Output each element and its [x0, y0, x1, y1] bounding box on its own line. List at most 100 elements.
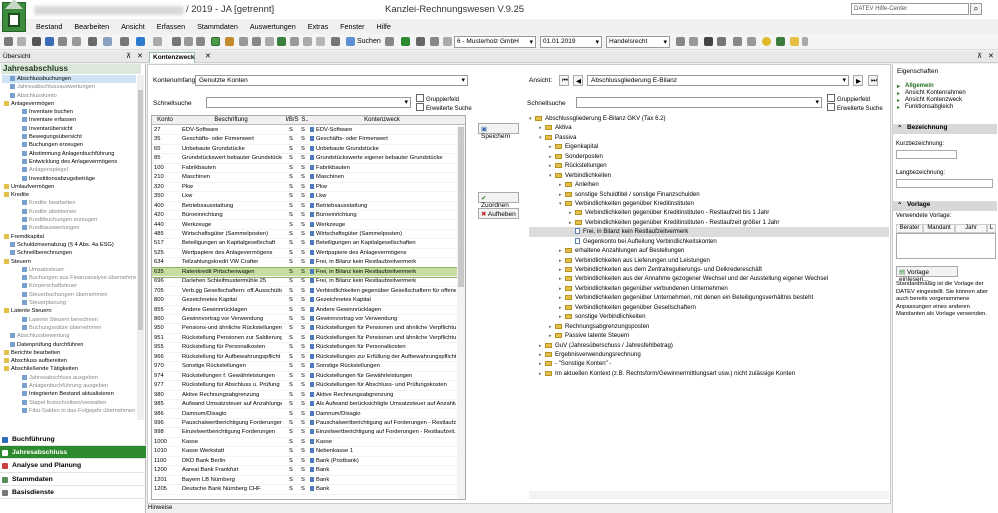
search-icon[interactable]: ⌕ [970, 3, 982, 15]
back-icon[interactable] [4, 37, 13, 46]
tree-node[interactable]: ▸ Im aktuellen Kontext (z.B. Rechtsform/G… [529, 369, 889, 378]
scrollbar-thumb[interactable] [138, 90, 143, 330]
tree-node[interactable]: ▸ Verbindlichkeiten gegenüber Unternehmen… [529, 293, 889, 302]
calendar-icon[interactable] [733, 37, 742, 46]
table-row[interactable]: 517 Beteiligungen an Kapitalgesellschaft S… [152, 239, 462, 249]
search-icon[interactable] [346, 37, 355, 46]
tree-item[interactable]: Anlagevermögen [2, 100, 136, 108]
nav-stammdaten[interactable]: Stammdaten [0, 473, 146, 486]
vorlage-einlesen-button[interactable]: ▤ Vorlage einlesen... [896, 266, 958, 283]
col-ibs[interactable]: I/B/S [284, 117, 300, 123]
table-row[interactable]: 974 Rückstellungen f. Gewährleistungen S S R… [152, 372, 462, 382]
tree-node[interactable]: ▸ Rückstellungen [529, 161, 889, 170]
export-icon[interactable] [58, 37, 67, 46]
tab-kontenzweck[interactable]: Kontenzweck [149, 52, 195, 63]
phone-icon[interactable] [120, 37, 129, 46]
nav-buchfuehrung[interactable]: Buchführung [0, 433, 146, 447]
erweiterte-suche-checkbox[interactable]: Erweiterte Suche [827, 103, 883, 112]
prev-icon[interactable]: ◀ [573, 75, 583, 86]
table-row[interactable]: 525 Wertpapiere des Anlagevermögens S S Wert… [152, 249, 462, 259]
ansicht-select[interactable]: Abschlussgliederung E-Bilanz [587, 75, 849, 86]
hinweise-tab[interactable]: Hinweise [148, 505, 172, 511]
tree-item[interactable]: Inventare erfassen [2, 116, 136, 124]
table-row[interactable]: 986 Damnum/Disagio S S Damnum/Disagio [152, 410, 462, 419]
table-row[interactable]: 320 Pkw S S Pkw [152, 183, 462, 193]
table-row[interactable]: 485 Wirtschaftsgüter (Sammelposten) S S Wirt… [152, 230, 462, 240]
tree-node[interactable]: Gegenkonto bei Aufteilung Verbindlichkei… [529, 237, 889, 246]
tree-item[interactable]: Datenprüfung durchführen [2, 341, 136, 349]
more-icon[interactable] [802, 37, 808, 46]
col-s[interactable]: S.. [300, 117, 310, 123]
kurzbezeichnung-field[interactable] [896, 150, 957, 159]
kontenumfang-select[interactable]: Genutzte Konten [195, 75, 468, 86]
globe-icon[interactable] [136, 37, 145, 46]
table-row[interactable]: 966 Rückstellung für Aufbewahrungspflicht… [152, 353, 462, 363]
table-row[interactable]: 980 Aktive Rechnungsabgrenzung S S Aktive Re… [152, 391, 462, 401]
table-row[interactable]: 100 Fabrikbauten S S Fabrikbauten [152, 164, 462, 174]
menu-fenster[interactable]: Fenster [334, 20, 370, 33]
tree-item[interactable]: Jahresabschluss ausgeben [2, 374, 136, 382]
assign-button[interactable]: ✔ Zuordnen [478, 192, 519, 209]
tree-item[interactable]: Anlagenspiegel [2, 166, 136, 174]
table-row[interactable]: 1205 Deutsche Bank Nürnberg CHF S S Bank [152, 485, 462, 495]
search-label[interactable]: Suchen [357, 38, 381, 45]
menu-bearbeiten[interactable]: Bearbeiten [68, 20, 115, 33]
table-row[interactable]: 1000 Kasse S S Kasse [152, 438, 462, 448]
close-icon[interactable]: ✕ [137, 52, 143, 60]
star-icon[interactable] [790, 37, 799, 46]
undo-icon[interactable] [153, 37, 162, 46]
tree-node[interactable]: ▸ - "Sonstige Konten" - [529, 359, 889, 368]
tree-item[interactable]: Kreditbuchungen erzeugen [2, 216, 136, 224]
table-row[interactable]: 996 Pauschalwertberichtigung Forderungen S… [152, 419, 462, 429]
table-row[interactable]: 635 Ratenkredit Pritschenwagen S S Frei, in … [152, 266, 463, 279]
tree-item[interactable]: Abstimmung Anlagenbuchführung [2, 150, 136, 158]
erweiterte-suche-checkbox[interactable]: Erweiterte Suche [416, 103, 472, 112]
help-search-input[interactable]: DATEV Hilfe-Center [851, 3, 969, 15]
refresh-icon[interactable] [401, 37, 410, 46]
wrench-icon[interactable] [225, 37, 234, 46]
list-icon[interactable] [239, 37, 248, 46]
link-ansicht-kontenrahmen[interactable]: Ansicht Kontenrahmen [897, 90, 966, 97]
table-row[interactable]: 210 Maschinen S S Maschinen [152, 173, 462, 183]
last-icon[interactable]: ⏭ [868, 75, 878, 86]
tree-item[interactable]: Abschluss aufbereiten [2, 357, 136, 365]
law-select[interactable]: Handelsrecht [606, 36, 670, 48]
nav-analyse[interactable]: Analyse und Planung [0, 459, 146, 473]
tree-node[interactable]: ▸ Verbindlichkeiten aus Lieferungen und L… [529, 256, 889, 265]
tree-node[interactable]: ▸ sonstige Verbindlichkeiten [529, 312, 889, 321]
sort-icon[interactable] [303, 37, 312, 46]
link-allgemein[interactable]: Allgemein [897, 83, 934, 90]
tree-node[interactable]: ▸ Verbindlichkeiten gegenüber Gesellschaf… [529, 303, 889, 312]
tree-item[interactable]: Jahresabschlussauswertungen [2, 83, 136, 91]
table-row[interactable]: 440 Werkzeuge S S Werkzeuge [152, 221, 462, 230]
tree-node[interactable]: ▸ Aktiva [529, 123, 889, 132]
tree-item[interactable]: Steuern [2, 258, 136, 266]
pin-icon[interactable]: ⊼ [126, 52, 131, 60]
table-row[interactable]: 970 Sonstige Rückstellungen S S Sonstige Rüc… [152, 362, 462, 372]
date-select[interactable]: 01.01.2019 [540, 36, 602, 48]
table-row[interactable]: 955 Rückstellung für Personalkosten S S Rück… [152, 343, 462, 353]
schnellsuche-select[interactable] [206, 97, 411, 108]
tree-item[interactable]: Schuldzinsenabzug (§ 4 Abs. 4a ESG) [2, 241, 136, 249]
tree-node[interactable]: ▸ Verbindlichkeiten gegenüber Kreditinsti… [529, 218, 889, 227]
mandant-select[interactable]: 6 - Musterholz GmbH [454, 36, 536, 48]
tree-node[interactable]: ▸ Rechnungsabgrenzungsposten [529, 322, 889, 331]
tree-item[interactable]: Inventarübersicht [2, 125, 136, 133]
table-row[interactable]: 1200 Aareal Bank Frankfurt S S Bank [152, 466, 462, 476]
tree-node[interactable]: ▸ GuV (Jahresüberschuss / Jahresfehlbetra… [529, 341, 889, 350]
table-row[interactable]: 1201 Bayern LB Nürnberg S S Bank [152, 476, 462, 486]
close-tab-icon[interactable]: ✕ [205, 52, 211, 60]
book-icon[interactable] [704, 37, 713, 46]
tree-item[interactable]: Körperschaftsteuer [2, 282, 136, 290]
tree-node[interactable]: ▾ Verbindlichkeiten [529, 171, 889, 180]
tree-item[interactable]: Steuerplanung [2, 299, 136, 307]
pin-icon[interactable]: ⊼ [977, 52, 982, 60]
scrollbar-thumb[interactable] [458, 127, 464, 287]
nav-next-icon[interactable] [443, 37, 452, 46]
print-icon[interactable] [32, 37, 41, 46]
menu-extras[interactable]: Extras [302, 20, 334, 33]
table-row[interactable]: 400 Betriebsausstattung S S Betriebsausstatt… [152, 202, 462, 212]
col-beschriftung[interactable]: Beschriftung [182, 117, 280, 123]
tree-item[interactable]: Fremdkapital [2, 233, 136, 241]
cut-icon[interactable] [172, 37, 181, 46]
